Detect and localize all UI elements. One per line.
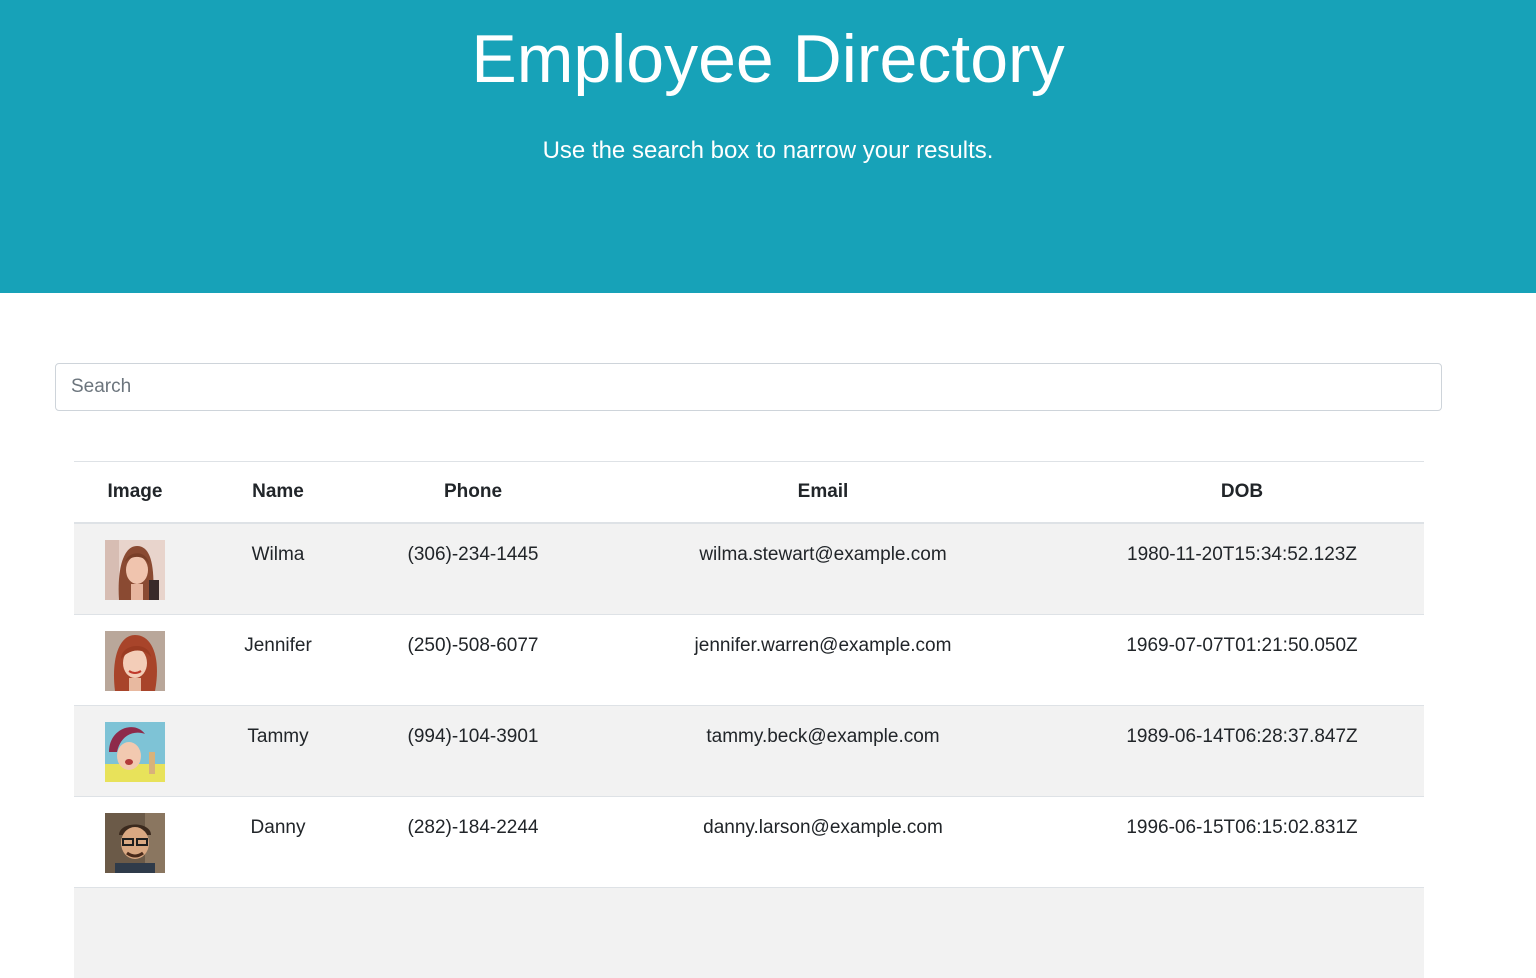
name-cell: Wilma [196, 522, 360, 614]
table-row: Jennifer (250)-508-6077 jennifer.warren@… [74, 613, 1424, 705]
table-header-row: Image Name Phone Email DOB [74, 461, 1424, 524]
column-header-email[interactable]: Email [586, 461, 1060, 524]
phone-cell: (306)-234-1445 [360, 522, 586, 614]
column-header-phone[interactable]: Phone [360, 461, 586, 524]
employee-table: Image Name Phone Email DOB Wilma (306)-2… [74, 461, 1424, 978]
table-row [74, 886, 1424, 978]
image-cell [74, 522, 196, 614]
page-subtitle: Use the search box to narrow your result… [542, 137, 994, 164]
employee-table-container: Image Name Phone Email DOB Wilma (306)-2… [74, 461, 1424, 978]
dob-cell: 1989-06-14T06:28:37.847Z [1060, 704, 1424, 796]
search-form [55, 363, 1442, 411]
page-title: Employee Directory [471, 21, 1065, 97]
avatar [105, 540, 165, 600]
column-header-dob[interactable]: DOB [1060, 461, 1424, 524]
dob-cell: 1996-06-15T06:15:02.831Z [1060, 795, 1424, 887]
avatar [105, 721, 165, 782]
phone-cell [360, 886, 586, 978]
dob-cell: 1980-11-20T15:34:52.123Z [1060, 522, 1424, 614]
email-cell: wilma.stewart@example.com [586, 522, 1060, 614]
page-header: Employee Directory Use the search box to… [0, 0, 1536, 293]
image-cell [74, 613, 196, 705]
name-cell [196, 886, 360, 978]
column-header-name[interactable]: Name [196, 461, 360, 524]
avatar [105, 630, 165, 691]
column-header-image[interactable]: Image [74, 461, 196, 524]
dob-cell: 1969-07-07T01:21:50.050Z [1060, 613, 1424, 705]
phone-cell: (282)-184-2244 [360, 795, 586, 887]
email-cell: tammy.beck@example.com [586, 704, 1060, 796]
name-cell: Jennifer [196, 613, 360, 705]
table-row: Danny (282)-184-2244 danny.larson@exampl… [74, 795, 1424, 887]
table-row: Wilma (306)-234-1445 wilma.stewart@examp… [74, 522, 1424, 614]
email-cell: danny.larson@example.com [586, 795, 1060, 887]
phone-cell: (994)-104-3901 [360, 704, 586, 796]
image-cell [74, 886, 196, 978]
avatar [105, 812, 165, 873]
email-cell: jennifer.warren@example.com [586, 613, 1060, 705]
dob-cell [1060, 886, 1424, 978]
name-cell: Tammy [196, 704, 360, 796]
name-cell: Danny [196, 795, 360, 887]
email-cell [586, 886, 1060, 978]
phone-cell: (250)-508-6077 [360, 613, 586, 705]
image-cell [74, 795, 196, 887]
image-cell [74, 704, 196, 796]
table-row: Tammy (994)-104-3901 tammy.beck@example.… [74, 704, 1424, 796]
search-input[interactable] [55, 363, 1442, 411]
